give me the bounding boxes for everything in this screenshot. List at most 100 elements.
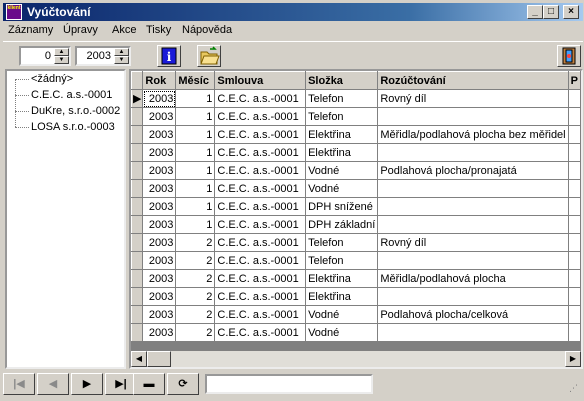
info-button[interactable]: i (157, 45, 181, 67)
data-grid[interactable]: Rok Měsíc Smlouva Složka Rozúčtování P ▶… (129, 69, 583, 369)
cell-p[interactable] (568, 107, 581, 126)
cell-rok[interactable]: 2003 (142, 251, 177, 270)
cell-rok[interactable]: 2003 (142, 143, 177, 162)
row-indicator[interactable] (131, 269, 144, 288)
cell-smlouva[interactable]: C.E.C. a.s.-0001 (214, 233, 307, 252)
table-row[interactable]: 2003 1 C.E.C. a.s.-0001 Telefon (131, 107, 581, 126)
title-bar[interactable]: klient Vyúčtování _ □ × (3, 3, 583, 21)
cell-rozuctovani[interactable] (377, 287, 569, 306)
cell-smlouva[interactable]: C.E.C. a.s.-0001 (214, 323, 307, 342)
cell-p[interactable] (568, 215, 581, 234)
cell-p[interactable] (568, 323, 581, 342)
cell-smlouva[interactable]: C.E.C. a.s.-0001 (214, 161, 307, 180)
cell-rozuctovani[interactable]: Měřidla/podlahová plocha bez měřidel (377, 125, 569, 144)
cell-rok[interactable]: 2003 (142, 107, 177, 126)
cell-rok[interactable]: 2003 (142, 305, 177, 324)
cell-slozka[interactable]: Elektřina (305, 287, 379, 306)
table-row[interactable]: ▶ 2003 1 C.E.C. a.s.-0001 Telefon Rovný díl (131, 89, 581, 108)
year-spinner[interactable]: 2003 ▲ ▼ (75, 46, 131, 66)
cell-slozka[interactable]: Telefon (305, 89, 379, 108)
cell-p[interactable] (568, 125, 581, 144)
cell-rozuctovani[interactable] (377, 251, 569, 270)
cell-slozka[interactable]: Telefon (305, 233, 379, 252)
row-indicator[interactable] (131, 107, 144, 126)
cell-smlouva[interactable]: C.E.C. a.s.-0001 (214, 215, 307, 234)
cell-slozka[interactable]: Elektřina (305, 269, 379, 288)
tree-item-losa[interactable]: LOSA s.r.o.-0003 (15, 121, 115, 137)
row-indicator[interactable]: ▶ (131, 89, 144, 108)
row-indicator[interactable] (131, 215, 144, 234)
col-smlouva[interactable]: Smlouva (214, 71, 307, 90)
menu-upravy[interactable]: Úpravy (63, 24, 98, 36)
cell-mesic[interactable]: 2 (175, 287, 216, 306)
tree-item-cec[interactable]: C.E.C. a.s.-0001 (15, 89, 112, 105)
cell-p[interactable] (568, 269, 581, 288)
scroll-thumb[interactable] (147, 351, 171, 367)
delete-record-button[interactable]: ▬ (133, 373, 165, 395)
close-button[interactable]: × (563, 5, 579, 19)
tree-item-none[interactable]: <žádný> (15, 73, 73, 89)
cell-mesic[interactable]: 1 (175, 89, 216, 108)
row-indicator[interactable] (131, 197, 144, 216)
cell-mesic[interactable]: 1 (175, 143, 216, 162)
table-row[interactable]: 2003 1 C.E.C. a.s.-0001 Vodné (131, 179, 581, 198)
cell-slozka[interactable]: Telefon (305, 107, 379, 126)
cell-rozuctovani[interactable] (377, 179, 569, 198)
row-indicator[interactable] (131, 179, 144, 198)
cell-rok[interactable]: 2003 (142, 287, 177, 306)
table-row[interactable]: 2003 1 C.E.C. a.s.-0001 DPH snížené (131, 197, 581, 216)
horizontal-scrollbar[interactable]: ◀ ▶ (131, 351, 581, 367)
row-indicator[interactable] (131, 251, 144, 270)
col-rozuctovani[interactable]: Rozúčtování (377, 71, 569, 90)
cell-p[interactable] (568, 287, 581, 306)
cell-mesic[interactable]: 2 (175, 269, 216, 288)
table-row[interactable]: 2003 2 C.E.C. a.s.-0001 Telefon Rovný díl (131, 233, 581, 252)
scroll-left-button[interactable]: ◀ (131, 351, 147, 367)
cell-rozuctovani[interactable]: Podlahová plocha/celková (377, 305, 569, 324)
cell-p[interactable] (568, 161, 581, 180)
month-up-button[interactable]: ▲ (54, 48, 69, 56)
year-up-button[interactable]: ▲ (114, 48, 129, 56)
cell-rozuctovani[interactable] (377, 107, 569, 126)
cell-rok[interactable]: 2003 (142, 269, 177, 288)
cell-rozuctovani[interactable]: Měřidla/podlahová plocha (377, 269, 569, 288)
cell-smlouva[interactable]: C.E.C. a.s.-0001 (214, 287, 307, 306)
cell-rok[interactable]: 2003 (142, 125, 177, 144)
cell-mesic[interactable]: 1 (175, 161, 216, 180)
cell-slozka[interactable]: Elektřina (305, 125, 379, 144)
cell-p[interactable] (568, 143, 581, 162)
row-indicator[interactable] (131, 125, 144, 144)
month-down-button[interactable]: ▼ (54, 56, 69, 64)
cell-rozuctovani[interactable] (377, 143, 569, 162)
cell-smlouva[interactable]: C.E.C. a.s.-0001 (214, 89, 307, 108)
open-folder-button[interactable] (197, 45, 221, 67)
cell-smlouva[interactable]: C.E.C. a.s.-0001 (214, 107, 307, 126)
cell-p[interactable] (568, 179, 581, 198)
cell-p[interactable] (568, 233, 581, 252)
cell-mesic[interactable]: 1 (175, 125, 216, 144)
scroll-right-button[interactable]: ▶ (565, 351, 581, 367)
cell-smlouva[interactable]: C.E.C. a.s.-0001 (214, 251, 307, 270)
cell-p[interactable] (568, 305, 581, 324)
cell-rok[interactable]: 2003 (142, 161, 177, 180)
menu-akce[interactable]: Akce (112, 24, 136, 36)
cell-slozka[interactable]: DPH snížené (305, 197, 379, 216)
cell-rozuctovani[interactable]: Rovný díl (377, 233, 569, 252)
cell-smlouva[interactable]: C.E.C. a.s.-0001 (214, 197, 307, 216)
cell-p[interactable] (568, 197, 581, 216)
cell-smlouva[interactable]: C.E.C. a.s.-0001 (214, 179, 307, 198)
cell-rok[interactable]: 2003 (142, 197, 177, 216)
cell-slozka[interactable]: Vodné (305, 323, 379, 342)
cell-rok[interactable]: 2003 (142, 215, 177, 234)
month-spinner[interactable]: 0 ▲ ▼ (19, 46, 71, 66)
cell-mesic[interactable]: 2 (175, 323, 216, 342)
col-mesic[interactable]: Měsíc (175, 71, 216, 90)
cell-rok[interactable]: 2003 (142, 89, 177, 108)
cell-slozka[interactable]: Elektřina (305, 143, 379, 162)
cell-mesic[interactable]: 1 (175, 107, 216, 126)
table-row[interactable]: 2003 1 C.E.C. a.s.-0001 Elektřina (131, 143, 581, 162)
table-row[interactable]: 2003 2 C.E.C. a.s.-0001 Vodné (131, 323, 581, 342)
prior-record-button[interactable]: ◀ (37, 373, 69, 395)
cell-smlouva[interactable]: C.E.C. a.s.-0001 (214, 305, 307, 324)
contract-tree[interactable]: <žádný> C.E.C. a.s.-0001 DuKre, s.r.o.-0… (5, 69, 126, 369)
